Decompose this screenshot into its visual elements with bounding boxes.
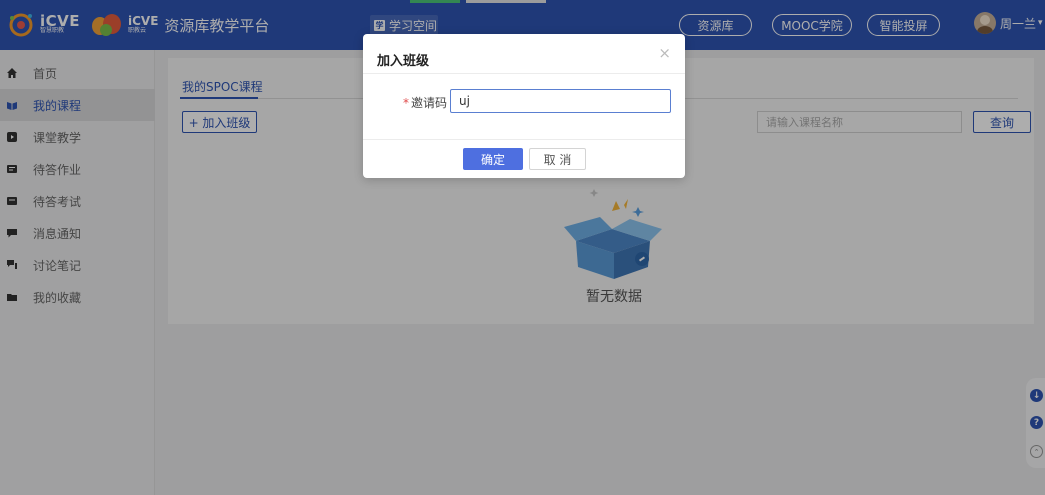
dialog-footer-divider <box>363 139 685 140</box>
confirm-button[interactable]: 确定 <box>463 148 523 170</box>
dialog-header-divider <box>363 73 685 74</box>
invite-code-label: * 邀请码 <box>403 94 447 111</box>
dialog-title: 加入班级 <box>377 54 430 69</box>
invite-code-label-text: 邀请码 <box>411 96 448 110</box>
invite-code-input[interactable] <box>450 89 671 113</box>
join-class-dialog: 加入班级 × *邀请码 确定 取 消 <box>363 34 685 178</box>
required-mark: * <box>403 96 409 110</box>
close-icon[interactable]: × <box>658 46 671 61</box>
cancel-button[interactable]: 取 消 <box>529 148 586 170</box>
